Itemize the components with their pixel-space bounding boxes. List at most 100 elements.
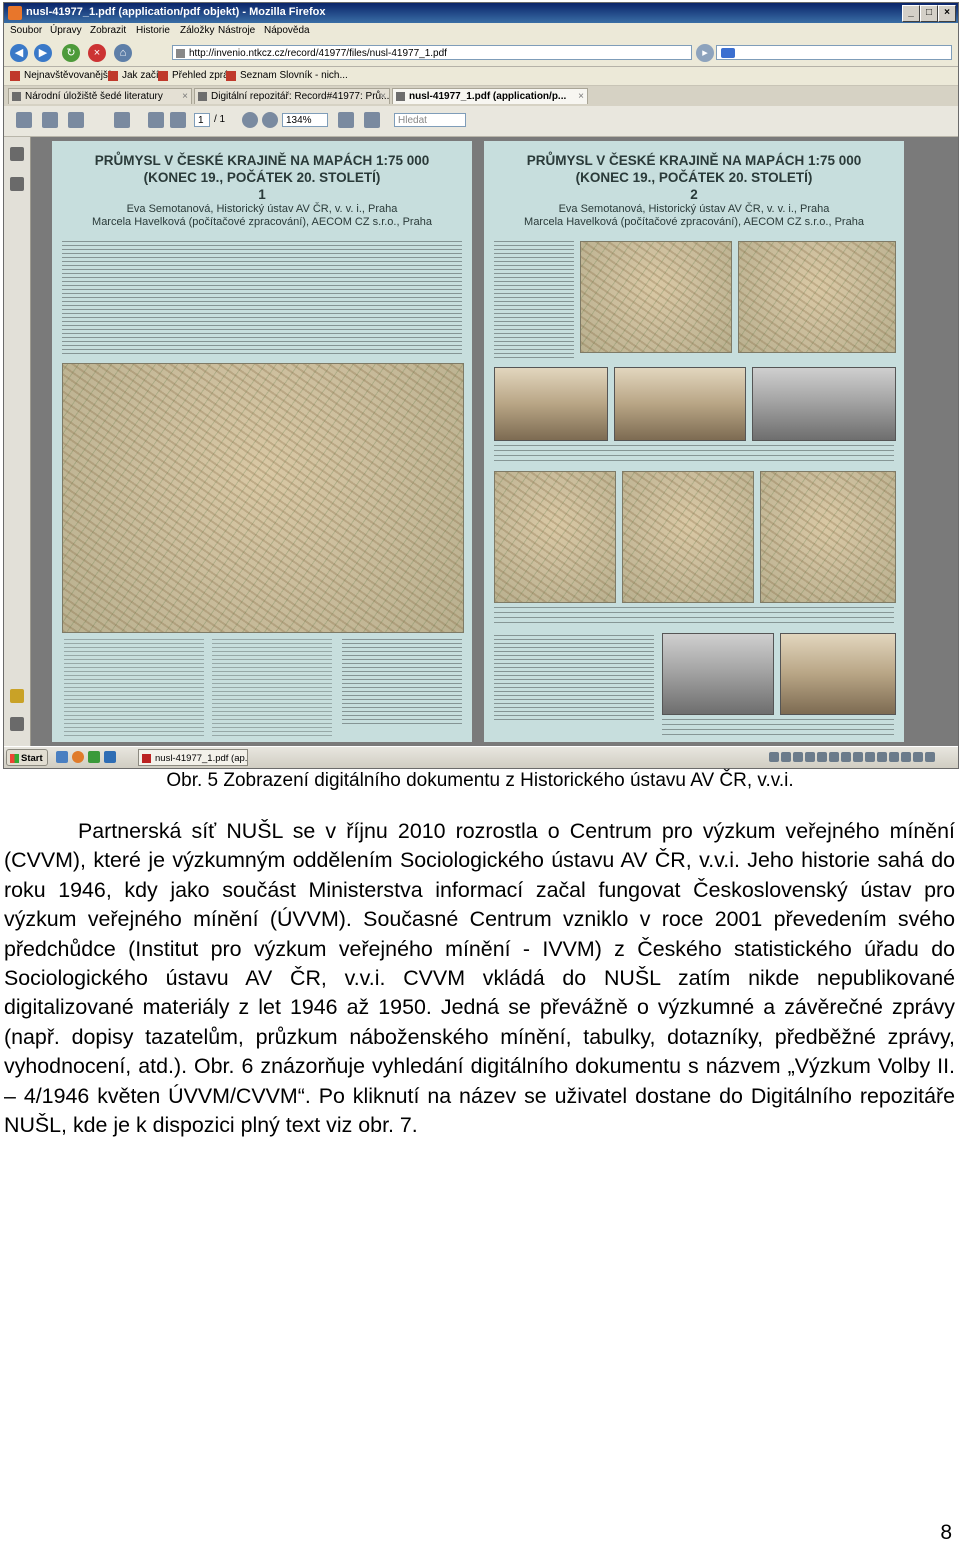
home-icon[interactable]: ⌂ — [114, 44, 132, 62]
window-title: nusl-41977_1.pdf (application/pdf objekt… — [26, 6, 326, 18]
poster-authors: Eva Semotanová, Historický ústav AV ČR, … — [126, 203, 398, 215]
poster-text — [494, 633, 654, 723]
poster-authors: Marcela Havelková (počítačové zpracování… — [524, 216, 864, 228]
pages-icon[interactable] — [10, 147, 24, 161]
hand-tool-icon[interactable] — [114, 112, 130, 128]
historic-photo — [494, 367, 608, 441]
tray-icon[interactable] — [781, 752, 791, 762]
tray-icon[interactable] — [853, 752, 863, 762]
web-search-box[interactable] — [716, 45, 952, 60]
page-total: / 1 — [214, 114, 226, 125]
bookmark-icon — [226, 71, 236, 81]
bookmark-icon — [108, 71, 118, 81]
historic-photo — [614, 367, 746, 441]
minimize-button[interactable]: _ — [902, 5, 920, 22]
tray-icon[interactable] — [841, 752, 851, 762]
zoom-in-icon[interactable] — [262, 112, 278, 128]
forward-arrow-icon[interactable]: ▶ — [34, 44, 52, 62]
tray-icon[interactable] — [769, 752, 779, 762]
bookmarks-toolbar: Nejnavštěvovanější Jak začít Přehled zpr… — [4, 67, 958, 86]
page-number-input[interactable]: 1 — [194, 113, 210, 127]
body-paragraph: Partnerská síť NUŠL se v říjnu 2010 rozr… — [4, 817, 955, 1140]
firefox-quicklaunch-icon[interactable] — [72, 751, 84, 763]
go-icon[interactable]: ▸ — [696, 44, 714, 62]
tray-icon[interactable] — [901, 752, 911, 762]
tray-icon[interactable] — [817, 752, 827, 762]
system-tray — [768, 750, 956, 765]
factory-photo — [662, 633, 774, 715]
zoom-select[interactable]: 134% — [282, 113, 328, 127]
stop-icon[interactable]: × — [88, 44, 106, 62]
poster-title: PRŮMYSL V ČESKÉ KRAJINĚ NA MAPÁCH 1:75 0… — [526, 153, 862, 168]
reload-icon[interactable]: ↻ — [62, 44, 80, 62]
menu-file[interactable]: Soubor — [10, 25, 42, 36]
menu-tools[interactable]: Nástroje — [218, 25, 255, 36]
bookmark-icon — [158, 71, 168, 81]
factory-photo — [780, 633, 896, 715]
tray-icon[interactable] — [889, 752, 899, 762]
map-detail — [580, 241, 732, 353]
tray-icon[interactable] — [877, 752, 887, 762]
fit-page-icon[interactable] — [338, 112, 354, 128]
tab-favicon-icon — [396, 92, 405, 101]
menu-help[interactable]: Nápověda — [264, 25, 310, 36]
tray-icon[interactable] — [793, 752, 803, 762]
menu-view[interactable]: Zobrazit — [90, 25, 126, 36]
tray-icon[interactable] — [913, 752, 923, 762]
tab-pdf[interactable]: nusl-41977_1.pdf (application/p... × — [392, 88, 588, 104]
tab-strip: Národní úložiště šedé literatury × Digitá… — [4, 86, 958, 106]
menu-history[interactable]: Historie — [136, 25, 170, 36]
pdf-search-input[interactable]: Hledat — [394, 113, 466, 127]
poster-authors: Eva Semotanová, Historický ústav AV ČR, … — [558, 203, 830, 215]
close-button[interactable]: × — [938, 5, 956, 22]
bookmark-item[interactable]: Nejnavštěvovanější — [10, 70, 111, 81]
quicklaunch-icon[interactable] — [56, 751, 68, 763]
zoom-out-icon[interactable] — [242, 112, 258, 128]
window-titlebar: nusl-41977_1.pdf (application/pdf objekt… — [4, 3, 958, 23]
map-caption — [494, 605, 894, 623]
menu-edit[interactable]: Úpravy — [50, 25, 82, 36]
menu-bookmarks[interactable]: Záložky — [180, 25, 214, 36]
map-detail — [622, 471, 754, 603]
address-bar[interactable]: http://invenio.ntkcz.cz/record/41977/fil… — [172, 45, 692, 60]
quicklaunch-icon[interactable] — [88, 751, 100, 763]
comments-icon[interactable] — [10, 689, 24, 703]
select-tool-icon[interactable] — [364, 112, 380, 128]
email-icon[interactable] — [68, 112, 84, 128]
tab-favicon-icon — [198, 92, 207, 101]
google-icon — [721, 48, 735, 58]
browser-screenshot: nusl-41977_1.pdf (application/pdf objekt… — [3, 2, 959, 769]
tab-repository[interactable]: Digitální repozitář: Record#41977: Prů..… — [194, 88, 390, 104]
next-page-icon[interactable] — [170, 112, 186, 128]
tray-icon[interactable] — [805, 752, 815, 762]
tray-icon[interactable] — [865, 752, 875, 762]
close-tab-icon[interactable]: × — [380, 89, 386, 104]
tab-nusl[interactable]: Národní úložiště šedé literatury × — [8, 88, 192, 104]
photo-caption — [662, 717, 894, 735]
quicklaunch-icon[interactable] — [104, 751, 116, 763]
address-url: http://invenio.ntkcz.cz/record/41977/fil… — [189, 48, 447, 59]
bookmark-item[interactable]: Jak začít — [108, 70, 161, 81]
bookmark-item[interactable]: Seznam Slovník - nich... — [226, 70, 348, 81]
start-button[interactable]: Start — [6, 749, 48, 766]
poster-subtitle: (KONEC 19., POČÁTEK 20. STOLETÍ) — [575, 170, 813, 185]
back-arrow-icon[interactable]: ◀ — [10, 44, 28, 62]
paragraph-text: Partnerská síť NUŠL se v říjnu 2010 rozr… — [4, 819, 955, 1138]
maximize-button[interactable]: □ — [920, 5, 938, 22]
historic-map — [62, 363, 464, 633]
tray-icon[interactable] — [925, 752, 935, 762]
poster-subtitle: (KONEC 19., POČÁTEK 20. STOLETÍ) — [143, 170, 381, 185]
previous-page-icon[interactable] — [148, 112, 164, 128]
pdf-side-panel — [4, 137, 31, 746]
bookmarks-panel-icon[interactable] — [10, 177, 24, 191]
close-tab-icon[interactable]: × — [182, 89, 188, 104]
bookmark-item[interactable]: Přehled zpráv — [158, 70, 234, 81]
map-legend — [64, 637, 204, 737]
close-tab-icon[interactable]: × — [578, 89, 584, 104]
taskbar-window-button[interactable]: nusl-41977_1.pdf (ap... — [138, 749, 248, 766]
print-icon[interactable] — [42, 112, 58, 128]
attachments-icon[interactable] — [10, 717, 24, 731]
pdf-icon — [142, 754, 151, 763]
tray-icon[interactable] — [829, 752, 839, 762]
save-icon[interactable] — [16, 112, 32, 128]
